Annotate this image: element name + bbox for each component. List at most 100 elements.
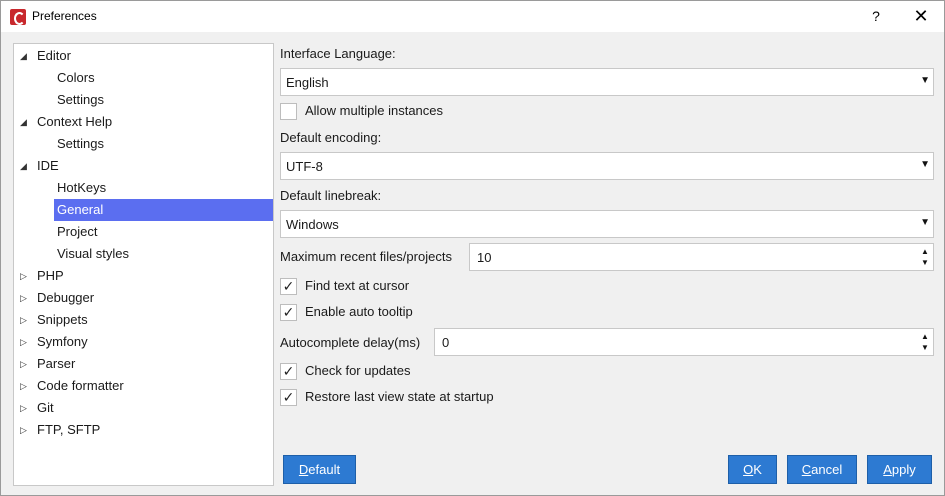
tree-item-label: Colors (57, 70, 95, 85)
tree-item-label: Project (57, 224, 98, 239)
apply-label-rest: pply (891, 462, 916, 477)
apply-mnemonic: A (883, 462, 892, 477)
tree-item-label: General (57, 202, 104, 217)
auto-tooltip-row[interactable]: ✓ Enable auto tooltip (280, 303, 480, 323)
collapsed-arrow-icon[interactable]: ▷ (20, 309, 30, 331)
close-button[interactable]: ✕ (898, 1, 944, 32)
tree-item-parent[interactable]: ▷ Symfony (14, 331, 273, 353)
tree-item-label: Debugger (37, 290, 95, 305)
tree-item-label: Editor (37, 48, 71, 63)
tree-item-parent[interactable]: ▷ Snippets (14, 309, 273, 331)
cancel-mnemonic: C (801, 462, 812, 477)
tree-item-child[interactable]: Visual styles (54, 243, 273, 265)
allow-multiple-checkbox[interactable] (280, 103, 297, 120)
tree-item-label: Code formatter (37, 378, 124, 393)
autocomplete-delay-spinbox[interactable]: 0 ▲ ▼ (434, 328, 934, 356)
tree-item-child[interactable]: General (54, 199, 273, 221)
help-button[interactable]: ? (853, 1, 899, 32)
find-text-label: Find text at cursor (305, 278, 410, 293)
max-recent-label: Maximum recent files/projects (280, 249, 452, 264)
ok-mnemonic: O (743, 462, 754, 477)
default-mnemonic: D (298, 462, 309, 477)
allow-multiple-label: Allow multiple instances (305, 103, 444, 118)
default-linebreak-value: Windows (286, 217, 339, 232)
autocomplete-delay-value: 0 (442, 335, 450, 350)
expanded-arrow-icon[interactable]: ◢ (20, 155, 30, 177)
interface-language-label: Interface Language: (280, 46, 396, 61)
collapsed-arrow-icon[interactable]: ▷ (20, 331, 30, 353)
find-text-row[interactable]: ✓ Find text at cursor (280, 277, 480, 297)
default-label-rest: efault (308, 462, 341, 477)
spin-arrows-icon[interactable]: ▲ ▼ (920, 246, 930, 268)
tree-item-parent[interactable]: ◢ IDE (14, 155, 273, 177)
default-encoding-select[interactable]: UTF-8 ▼ (280, 152, 934, 180)
tree-item-label: Symfony (37, 334, 88, 349)
default-button[interactable]: Default (283, 455, 356, 484)
collapsed-arrow-icon[interactable]: ▷ (20, 419, 30, 441)
collapsed-arrow-icon[interactable]: ▷ (20, 353, 30, 375)
tree-item-parent[interactable]: ▷ Code formatter (14, 375, 273, 397)
ok-button[interactable]: OK (728, 455, 777, 484)
default-encoding-label: Default encoding: (280, 130, 382, 145)
tree-item-parent[interactable]: ◢ Editor (14, 45, 273, 67)
default-linebreak-label: Default linebreak: (280, 188, 382, 203)
dropdown-arrow-icon: ▼ (920, 75, 930, 86)
max-recent-spinbox[interactable]: 10 ▲ ▼ (469, 243, 934, 271)
collapsed-arrow-icon[interactable]: ▷ (20, 397, 30, 419)
tree-item-parent[interactable]: ▷ PHP (14, 265, 273, 287)
collapsed-arrow-icon[interactable]: ▷ (20, 287, 30, 309)
title-bar[interactable]: Preferences ? ✕ (1, 1, 944, 32)
tree-item-child[interactable]: Project (54, 221, 273, 243)
tree-item-label: HotKeys (57, 180, 107, 195)
collapsed-arrow-icon[interactable]: ▷ (20, 375, 30, 397)
cancel-label-rest: ancel (811, 462, 843, 477)
category-tree[interactable]: ◢ Editor Colors Settings ◢ Context Help Settin… (13, 43, 274, 486)
tree-item-child[interactable]: Settings (54, 133, 273, 155)
expanded-arrow-icon[interactable]: ◢ (20, 45, 30, 67)
default-encoding-value: UTF-8 (286, 159, 323, 174)
tree-item-label: Context Help (37, 114, 113, 129)
app-logo-icon (10, 9, 26, 25)
ok-label-rest: K (753, 462, 762, 477)
tree-item-child[interactable]: Settings (54, 89, 273, 111)
check-updates-label: Check for updates (305, 363, 411, 378)
tree-item-label: Parser (37, 356, 76, 371)
tree-item-label: FTP, SFTP (37, 422, 101, 437)
tree-item-label: IDE (37, 158, 59, 173)
tree-item-label: Settings (57, 136, 104, 151)
find-text-checkbox[interactable]: ✓ (280, 278, 297, 295)
apply-button[interactable]: Apply (867, 455, 932, 484)
interface-language-value: English (286, 75, 329, 90)
tree-item-parent[interactable]: ◢ Context Help (14, 111, 273, 133)
dropdown-arrow-icon: ▼ (920, 217, 930, 228)
tree-item-parent[interactable]: ▷ Parser (14, 353, 273, 375)
tree-item-child[interactable]: Colors (54, 67, 273, 89)
tree-item-label: Settings (57, 92, 104, 107)
expanded-arrow-icon[interactable]: ◢ (20, 111, 30, 133)
tree-item-child[interactable]: HotKeys (54, 177, 273, 199)
tree-item-label: Git (37, 400, 54, 415)
auto-tooltip-checkbox[interactable]: ✓ (280, 304, 297, 321)
max-recent-value: 10 (477, 250, 492, 265)
tree-item-parent[interactable]: ▷ FTP, SFTP (14, 419, 273, 441)
auto-tooltip-label: Enable auto tooltip (305, 304, 413, 319)
spin-arrows-icon[interactable]: ▲ ▼ (920, 331, 930, 353)
preferences-dialog: Preferences ? ✕ ◢ Editor Colors Settings ◢ Co… (0, 0, 945, 496)
default-linebreak-select[interactable]: Windows ▼ (280, 210, 934, 238)
interface-language-select[interactable]: English ▼ (280, 68, 934, 96)
cancel-button[interactable]: Cancel (787, 455, 857, 484)
allow-multiple-row[interactable]: Allow multiple instances (280, 102, 480, 122)
check-updates-row[interactable]: ✓ Check for updates (280, 362, 480, 382)
window-title: Preferences (32, 9, 97, 23)
tree-item-label: Snippets (37, 312, 88, 327)
restore-state-row[interactable]: ✓ Restore last view state at startup (280, 388, 580, 408)
tree-item-label: Visual styles (57, 246, 130, 261)
check-updates-checkbox[interactable]: ✓ (280, 363, 297, 380)
collapsed-arrow-icon[interactable]: ▷ (20, 265, 30, 287)
tree-item-parent[interactable]: ▷ Git (14, 397, 273, 419)
tree-item-label: PHP (37, 268, 64, 283)
tree-item-parent[interactable]: ▷ Debugger (14, 287, 273, 309)
restore-state-checkbox[interactable]: ✓ (280, 389, 297, 406)
autocomplete-delay-label: Autocomplete delay(ms) (280, 335, 421, 350)
restore-state-label: Restore last view state at startup (305, 389, 494, 404)
